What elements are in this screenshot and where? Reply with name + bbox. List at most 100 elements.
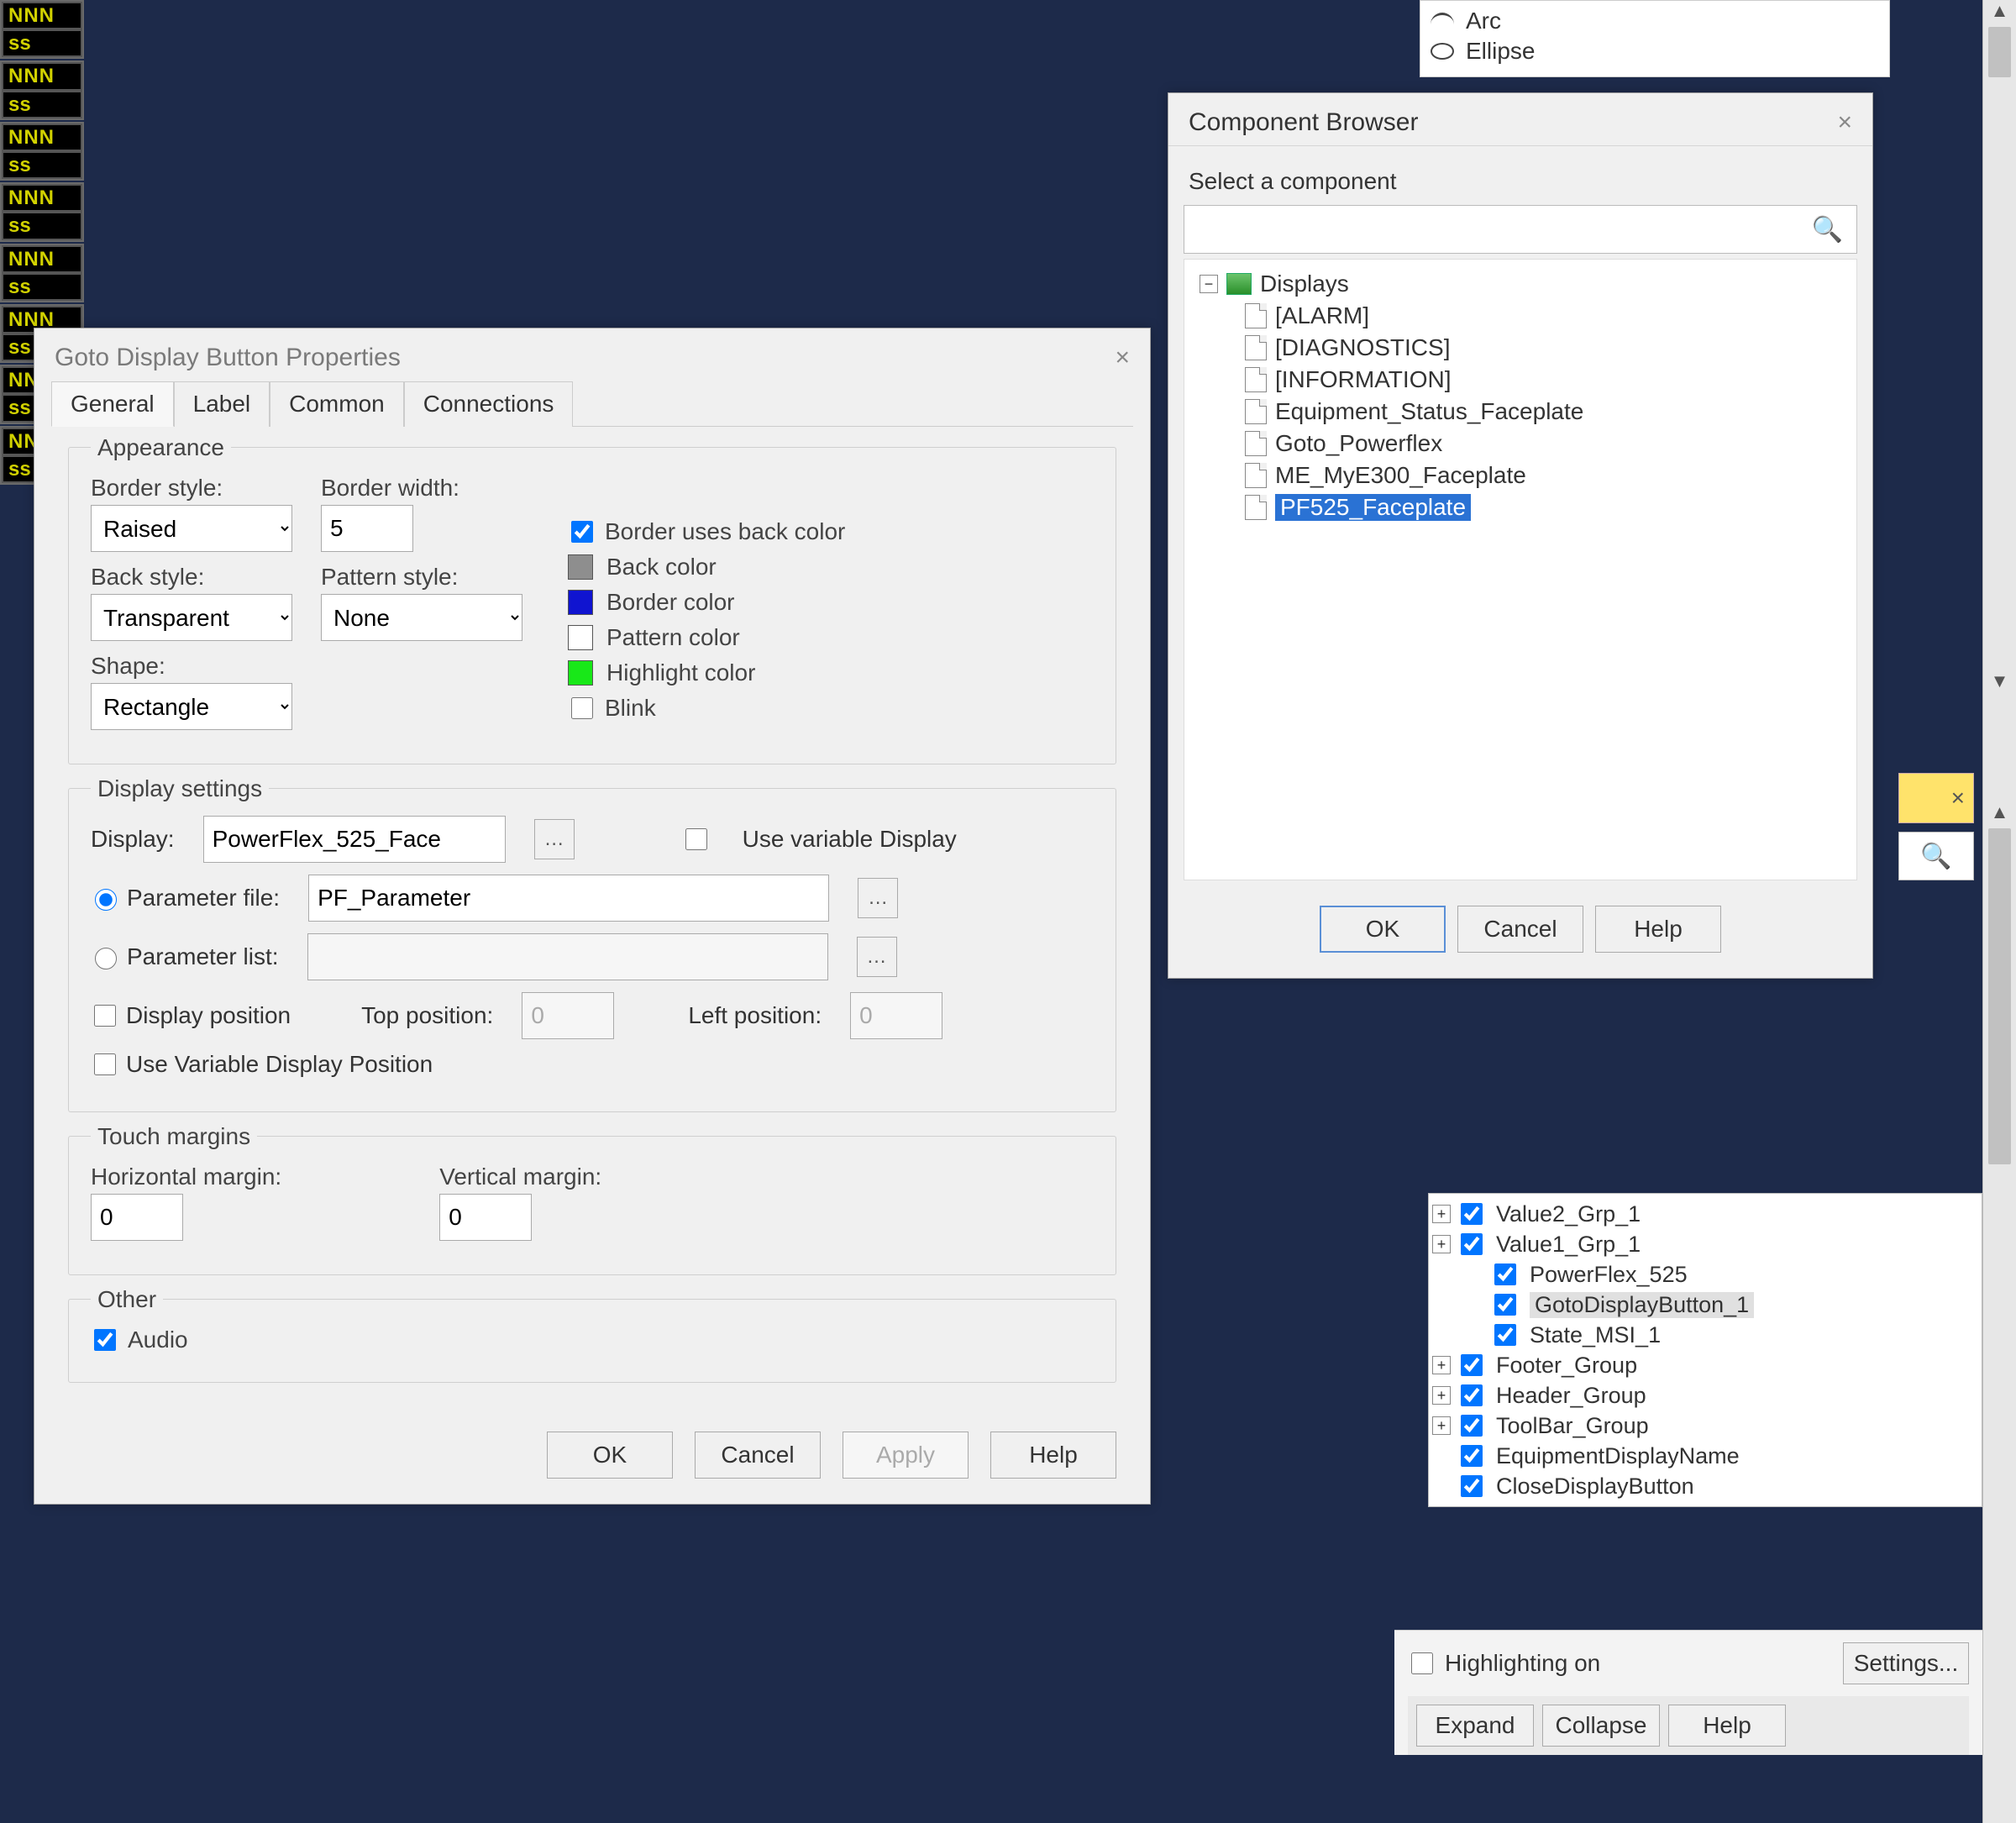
border-uses-back-check[interactable]: Border uses back color: [568, 518, 845, 545]
shape-item-ellipse[interactable]: Ellipse: [1431, 36, 1879, 66]
explorer-item[interactable]: State_MSI_1: [1466, 1320, 1978, 1350]
tree-item-label: [DIAGNOSTICS]: [1275, 334, 1450, 361]
display-position-check[interactable]: Display position: [91, 1002, 291, 1029]
close-icon[interactable]: ×: [1115, 344, 1130, 372]
expand-icon[interactable]: +: [1432, 1205, 1451, 1223]
tab-connections[interactable]: Connections: [404, 381, 574, 427]
back-color-row[interactable]: Back color: [568, 554, 845, 581]
shape-label: Ellipse: [1466, 38, 1535, 65]
visibility-check[interactable]: [1461, 1475, 1483, 1497]
border-style-select[interactable]: Raised: [91, 505, 292, 552]
parameter-file-radio[interactable]: Parameter file:: [91, 885, 280, 912]
back-style-select[interactable]: Transparent: [91, 594, 292, 641]
explorer-item[interactable]: +ToolBar_Group: [1432, 1411, 1978, 1441]
tab-common[interactable]: Common: [270, 381, 404, 427]
ok-button[interactable]: OK: [547, 1432, 673, 1479]
shape-select[interactable]: Rectangle: [91, 683, 292, 730]
highlight-color-row[interactable]: Highlight color: [568, 659, 845, 686]
component-search-input[interactable]: 🔍: [1184, 205, 1857, 254]
pattern-style-select[interactable]: None: [321, 594, 522, 641]
dialog-titlebar: Goto Display Button Properties ×: [34, 328, 1150, 381]
mini-search-button[interactable]: 🔍: [1898, 832, 1974, 880]
scroll-down-icon[interactable]: ▼: [1983, 670, 2016, 692]
visibility-check[interactable]: [1494, 1324, 1516, 1346]
expand-button[interactable]: Expand: [1416, 1705, 1534, 1747]
tree-root[interactable]: − Displays: [1200, 268, 1841, 300]
tab-label[interactable]: Label: [174, 381, 270, 427]
v-margin-input[interactable]: [439, 1194, 532, 1241]
scroll-up-icon[interactable]: ▲: [1983, 0, 2016, 22]
tree-item[interactable]: PF525_Faceplate: [1245, 491, 1841, 523]
display-input[interactable]: [203, 816, 506, 863]
checkbox[interactable]: [571, 521, 593, 543]
collapse-button[interactable]: Collapse: [1542, 1705, 1660, 1747]
explorer-item[interactable]: CloseDisplayButton: [1432, 1471, 1978, 1501]
visibility-check[interactable]: [1494, 1263, 1516, 1285]
color-swatch[interactable]: [568, 625, 593, 650]
visibility-check[interactable]: [1461, 1415, 1483, 1437]
tree-item[interactable]: ME_MyE300_Faceplate: [1245, 460, 1841, 491]
visibility-check[interactable]: [1461, 1354, 1483, 1376]
browse-parameter-file-button[interactable]: …: [858, 878, 898, 918]
help-button[interactable]: Help: [1668, 1705, 1786, 1747]
panel-tab-close[interactable]: ×: [1898, 773, 1974, 823]
color-swatch[interactable]: [568, 590, 593, 615]
visibility-check[interactable]: [1494, 1294, 1516, 1316]
top-position-label: Top position:: [361, 1002, 493, 1029]
arc-icon: [1431, 13, 1454, 29]
cancel-button[interactable]: Cancel: [1457, 906, 1583, 953]
expand-icon[interactable]: +: [1432, 1386, 1451, 1405]
h-margin-input[interactable]: [91, 1194, 183, 1241]
expand-icon[interactable]: +: [1432, 1356, 1451, 1374]
explorer-item[interactable]: +Footer_Group: [1432, 1350, 1978, 1380]
explorer-item[interactable]: +Value1_Grp_1: [1432, 1229, 1978, 1259]
browse-display-button[interactable]: …: [534, 819, 575, 859]
group-legend: Other: [91, 1286, 163, 1313]
tree-item[interactable]: Goto_Powerflex: [1245, 428, 1841, 460]
expand-icon[interactable]: +: [1432, 1235, 1451, 1253]
visibility-check[interactable]: [1461, 1445, 1483, 1467]
color-swatch[interactable]: [568, 660, 593, 686]
border-width-input[interactable]: [321, 505, 413, 552]
visibility-check[interactable]: [1461, 1203, 1483, 1225]
explorer-item[interactable]: +Header_Group: [1432, 1380, 1978, 1411]
scroll-thumb[interactable]: [1988, 828, 2011, 1164]
pattern-color-row[interactable]: Pattern color: [568, 624, 845, 651]
collapse-icon[interactable]: −: [1200, 275, 1218, 293]
explorer-item[interactable]: PowerFlex_525: [1466, 1259, 1978, 1290]
vertical-scrollbar[interactable]: ▲ ▼ ▲: [1982, 0, 2016, 1823]
shape-label: Arc: [1466, 8, 1501, 34]
expand-icon[interactable]: +: [1432, 1416, 1451, 1435]
tab-general[interactable]: General: [51, 381, 174, 427]
cancel-button[interactable]: Cancel: [695, 1432, 821, 1479]
audio-check[interactable]: Audio: [91, 1327, 1094, 1353]
highlighting-check[interactable]: Highlighting on: [1408, 1650, 1600, 1677]
tree-item[interactable]: [INFORMATION]: [1245, 364, 1841, 396]
use-variable-position-check[interactable]: Use Variable Display Position: [91, 1051, 433, 1078]
close-icon[interactable]: ×: [1837, 108, 1852, 137]
visibility-check[interactable]: [1461, 1233, 1483, 1255]
tree-item[interactable]: [DIAGNOSTICS]: [1245, 332, 1841, 364]
checkbox[interactable]: [571, 697, 593, 719]
visibility-check[interactable]: [1461, 1384, 1483, 1406]
ok-button[interactable]: OK: [1320, 906, 1446, 953]
help-button[interactable]: Help: [990, 1432, 1116, 1479]
parameter-list-radio[interactable]: Parameter list:: [91, 943, 279, 970]
explorer-item[interactable]: GotoDisplayButton_1: [1466, 1290, 1978, 1320]
blink-check[interactable]: Blink: [568, 695, 845, 722]
explorer-item[interactable]: EquipmentDisplayName: [1432, 1441, 1978, 1471]
explorer-item[interactable]: +Value2_Grp_1: [1432, 1199, 1978, 1229]
settings-button[interactable]: Settings...: [1843, 1642, 1969, 1684]
help-button[interactable]: Help: [1595, 906, 1721, 953]
color-swatch[interactable]: [568, 554, 593, 580]
explorer-item-label: PowerFlex_525: [1530, 1262, 1688, 1288]
tree-item[interactable]: Equipment_Status_Faceplate: [1245, 396, 1841, 428]
scroll-up-icon[interactable]: ▲: [1983, 801, 2016, 823]
use-variable-display-check[interactable]: [685, 828, 707, 850]
scroll-thumb[interactable]: [1988, 27, 2011, 77]
tree-item[interactable]: [ALARM]: [1245, 300, 1841, 332]
dialog-titlebar[interactable]: Component Browser ×: [1168, 93, 1872, 146]
border-color-row[interactable]: Border color: [568, 589, 845, 616]
shape-item-arc[interactable]: Arc: [1431, 6, 1879, 36]
parameter-file-input[interactable]: [308, 875, 829, 922]
